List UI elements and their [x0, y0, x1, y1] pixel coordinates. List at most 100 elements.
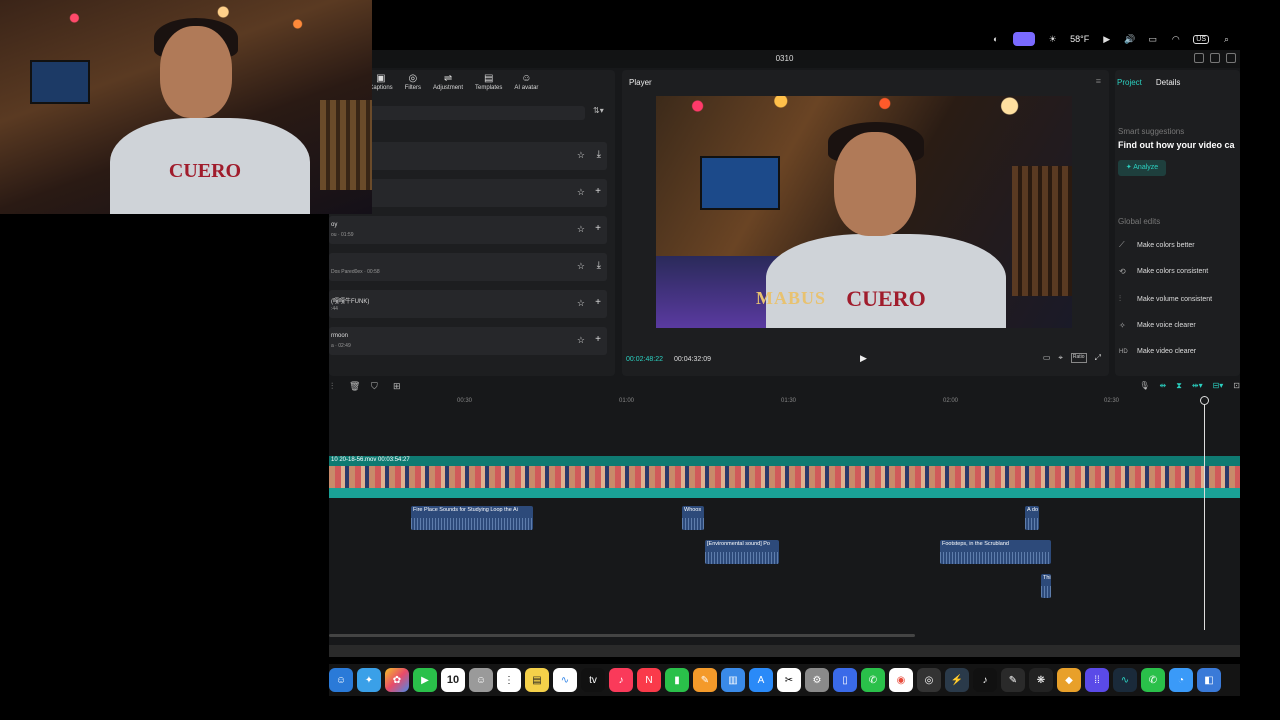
tiktok-icon[interactable]: ♪ [973, 668, 997, 692]
news-icon[interactable]: N [637, 668, 661, 692]
favorite-icon[interactable]: ☆ [577, 335, 585, 346]
tab-filters[interactable]: ◎ Filters [405, 73, 421, 91]
chrome-icon[interactable]: ◉ [889, 668, 913, 692]
play-icon[interactable]: ▶ [1101, 34, 1112, 45]
marker-icon[interactable]: ⊞ [393, 381, 401, 392]
snap-icon[interactable]: ⇹▾ [1192, 381, 1203, 391]
ratio-button[interactable]: Ratio [1070, 353, 1087, 363]
phone-icon[interactable]: ✆ [1141, 668, 1165, 692]
messages-icon[interactable]: ◔ [1169, 668, 1193, 692]
facetime-icon[interactable]: ▶ [413, 668, 437, 692]
input-source[interactable]: US [1193, 34, 1209, 44]
safari-icon[interactable]: ✦ [357, 668, 381, 692]
favorite-icon[interactable]: ☆ [577, 298, 585, 309]
tab-ai-avatar[interactable]: ☺ AI avatar [514, 73, 538, 91]
game-icon[interactable]: ◆ [1057, 668, 1081, 692]
chatgpt-icon[interactable]: ❋ [1029, 668, 1053, 692]
window-icon[interactable]: ▭ [1147, 34, 1158, 45]
link-icon[interactable]: ⇹ [1160, 381, 1167, 391]
panel-icon[interactable] [1210, 53, 1220, 63]
delete-icon[interactable]: 🗑 [349, 381, 360, 392]
tab-details[interactable]: Details [1156, 78, 1180, 87]
audio-list-item[interactable]: rmoon a · 02:49 ☆ + [329, 327, 607, 355]
tab-captions[interactable]: ▣ Captions [369, 73, 393, 91]
play-button[interactable]: ▶ [860, 353, 867, 364]
analyze-button[interactable]: ✦ Analyze [1118, 160, 1166, 176]
temperature[interactable]: 58°F [1070, 34, 1089, 44]
split-icon[interactable]: ⫶ [331, 381, 333, 392]
audio-clip[interactable]: A do [1025, 506, 1039, 530]
other-icon[interactable]: ◧ [1197, 668, 1221, 692]
magnet-icon[interactable]: ⧗ [1176, 381, 1182, 391]
download-icon[interactable]: ⤓ [597, 260, 601, 271]
preview-icon[interactable]: ⊟▾ [1213, 381, 1224, 391]
tab-templates[interactable]: ▤ Templates [475, 73, 502, 91]
app-store-icon[interactable]: A [749, 668, 773, 692]
finder-icon[interactable]: ☺ [329, 668, 353, 692]
spotlight-search-icon[interactable]: ⌕ [1221, 34, 1232, 45]
global-edit-colors-better[interactable]: ⟋ Make colors better [1119, 240, 1195, 250]
audio-list-item[interactable]: oy ou · 01:59 ☆ + [329, 216, 607, 244]
reminders-icon[interactable]: ⋮ [497, 668, 521, 692]
photos-icon[interactable]: ✿ [385, 668, 409, 692]
tv-icon[interactable]: tv [581, 668, 605, 692]
global-edit-colors-consistent[interactable]: ⟲ Make colors consistent [1119, 267, 1208, 276]
global-edit-video-clearer[interactable]: HD Make video clearer [1119, 348, 1196, 355]
music-icon[interactable]: ♪ [609, 668, 633, 692]
audio-clip[interactable]: [Environmental sound] Po [705, 540, 779, 564]
global-edit-voice-clearer[interactable]: ✧ Make voice clearer [1119, 321, 1196, 330]
audio-clip[interactable]: Fire Place Sounds for Studying Loop the … [411, 506, 533, 530]
fit-icon[interactable]: ▭ [1043, 353, 1051, 363]
favorite-icon[interactable]: ☆ [577, 224, 585, 235]
download-icon[interactable]: ⤓ [597, 149, 601, 160]
files-icon[interactable]: ▯ [833, 668, 857, 692]
pages-icon[interactable]: ✎ [693, 668, 717, 692]
global-edit-volume-consistent[interactable]: ⫶ Make volume consistent [1119, 294, 1212, 304]
microphone-icon[interactable]: 🎙 [1139, 381, 1149, 391]
audio-clip[interactable]: Whoos [682, 506, 704, 530]
volume-icon[interactable]: 🔊 [1124, 34, 1135, 45]
favorite-icon[interactable]: ☆ [577, 187, 585, 198]
zoom-icon[interactable]: ⌖ [1058, 353, 1063, 363]
playhead[interactable] [1204, 398, 1205, 630]
audio-list-item[interactable]: (嘎嘎牛FUNK) :44 ☆ + [329, 290, 607, 318]
playhead-handle[interactable] [1200, 396, 1209, 405]
whatsapp-icon[interactable]: ✆ [861, 668, 885, 692]
numbers-icon[interactable]: ▮ [665, 668, 689, 692]
zoom-fit-icon[interactable]: ⊡ [1233, 381, 1240, 391]
keynote-icon[interactable]: ▥ [721, 668, 745, 692]
video-preview[interactable]: CUERO MABUS [656, 96, 1072, 328]
audio-clip[interactable]: Footsteps, in the Scrubland [940, 540, 1051, 564]
timeline-scrollbar[interactable] [329, 634, 915, 637]
tab-adjustment[interactable]: ⇌ Adjustment [433, 73, 463, 91]
layout-icon[interactable] [1194, 53, 1204, 63]
audio-clip[interactable]: Thi [1041, 574, 1051, 598]
weather-icon[interactable]: ☀ [1047, 34, 1058, 45]
add-icon[interactable]: + [595, 186, 601, 197]
audio-list-item[interactable]: Dos Pared0ex · 00:58 ☆ ⤓ [329, 253, 607, 281]
stream-deck-icon[interactable]: ⚡ [945, 668, 969, 692]
freeform-icon[interactable]: ∿ [553, 668, 577, 692]
launchpad-icon[interactable]: ⁞⁞ [1085, 668, 1109, 692]
shield-icon[interactable]: ⛉ [371, 381, 378, 392]
favorite-icon[interactable]: ☆ [577, 150, 585, 161]
tab-project[interactable]: Project [1117, 78, 1142, 87]
notes-app-icon[interactable]: ✎ [1001, 668, 1025, 692]
control-icon[interactable]: ◐ [990, 34, 1001, 45]
settings-icon[interactable]: ⚙ [805, 668, 829, 692]
capcut-icon[interactable]: ✂ [777, 668, 801, 692]
calendar-icon[interactable]: 10 [441, 668, 465, 692]
fullscreen-icon[interactable]: ⤢ [1095, 353, 1101, 363]
notes-icon[interactable]: ▤ [525, 668, 549, 692]
obs-icon[interactable]: ◎ [917, 668, 941, 692]
screen-record-icon[interactable] [1013, 32, 1036, 46]
search-input[interactable] [335, 106, 585, 120]
sort-filter-icon[interactable]: ⇅▾ [593, 106, 604, 115]
panel-icon-2[interactable] [1226, 53, 1236, 63]
main-video-track[interactable]: 10 20-18-56.mov 00:03:54:27 [329, 456, 1240, 498]
wifi-icon[interactable]: ◠ [1170, 34, 1181, 45]
add-icon[interactable]: + [595, 334, 601, 345]
add-icon[interactable]: + [595, 223, 601, 234]
audio-app-icon[interactable]: ∿ [1113, 668, 1137, 692]
contacts-icon[interactable]: ☺ [469, 668, 493, 692]
